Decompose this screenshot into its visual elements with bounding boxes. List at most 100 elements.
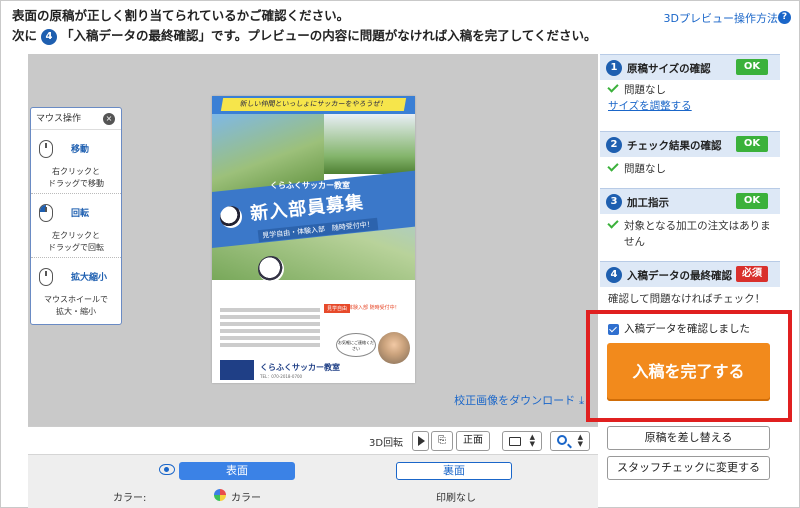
status-text: 問題なし — [624, 163, 666, 175]
ok-badge: OK — [736, 59, 768, 75]
poster-tag: 見学自由 — [324, 304, 351, 313]
step-number-icon: 4 — [606, 267, 622, 283]
step-number-icon: 2 — [606, 137, 622, 153]
back-print-value: 印刷なし — [436, 493, 476, 504]
mouse-right-click-icon — [39, 140, 53, 158]
instruction-line-1: 表面の原稿が正しく割り当てられているかご確認ください。 — [12, 8, 350, 23]
replace-manuscript-button[interactable]: 原稿を差し替える — [607, 426, 770, 450]
screen-mode-select[interactable]: ▲ ▼ — [502, 431, 542, 451]
ok-badge: OK — [736, 136, 768, 152]
mouse-zoom-section: 拡大縮小 マウスホイールで 拡大・縮小 — [31, 258, 121, 322]
check-icon — [607, 160, 619, 172]
checklist-panel: 1 原稿サイズの確認 OK 問題なし サイズを調整する 2 チェック結果の確認 … — [586, 54, 792, 494]
mouse-zoom-desc: マウスホイールで 拡大・縮小 — [31, 294, 121, 318]
confirm-checkbox-label[interactable]: 入稿データを確認しました — [624, 321, 750, 336]
desc-line: ドラッグで移動 — [48, 179, 104, 188]
download-icon[interactable]: ⤓ — [579, 394, 584, 407]
step-title: 入稿データの最終確認 — [627, 270, 732, 282]
mouse-panel-header: マウス操作 × — [31, 108, 121, 130]
poster-banner-text: 新しい仲間といっしょにサッカーをやろうぜ！ — [220, 98, 407, 111]
color-label: カラー: — [113, 493, 147, 504]
magnifier-icon — [557, 435, 567, 445]
mouse-zoom-title: 拡大縮小 — [71, 273, 108, 283]
front-view-button[interactable]: 正面 — [456, 431, 490, 451]
instruction-rest: 「入稿データの最終確認」です。プレビューの内容に問題がなければ入稿を完了してくだ… — [61, 28, 597, 43]
staff-check-button[interactable]: スタッフチェックに変更する — [607, 456, 770, 480]
step-title: チェック結果の確認 — [627, 140, 722, 152]
mouse-wheel-icon — [39, 268, 53, 286]
download-proof-link[interactable]: 校正画像をダウンロード ⤓ — [454, 392, 584, 408]
required-badge: 必須 — [736, 266, 768, 282]
color-wheel-icon — [214, 489, 226, 501]
mouse-move-desc: 右クリックと ドラッグで移動 — [31, 166, 121, 190]
step-3-body: 対象となる加工の注文はありま せん — [600, 217, 780, 250]
poster-photo — [324, 114, 415, 174]
poster-footer-tel: TEL：070-2018-0700 — [260, 374, 303, 379]
preview-toolbar: 3D回転 ⎘ 正面 ▲ ▼ ▲ ▼ — [28, 426, 598, 454]
soccer-ball-icon — [258, 256, 284, 282]
status-text-cont: せん — [624, 236, 645, 248]
soccer-ball-icon — [220, 206, 242, 228]
poster-info-lines — [220, 308, 320, 350]
step-title: 原稿サイズの確認 — [627, 63, 711, 75]
step-2-header: 2 チェック結果の確認 OK — [600, 131, 780, 157]
mouse-rotate-section: 回転 左クリックと ドラッグで回転 — [31, 194, 121, 258]
complete-submission-button[interactable]: 入稿を完了する — [607, 343, 770, 401]
ok-badge: OK — [736, 193, 768, 209]
updown-arrow-icon: ▲ ▼ — [529, 433, 535, 448]
3d-preview-help-link[interactable]: 3Dプレビュー操作方法 — [664, 10, 778, 26]
poster-speech-bubble: お気軽にご連絡ください — [336, 333, 376, 357]
eye-icon — [159, 464, 175, 475]
mouse-left-click-icon — [39, 204, 53, 222]
play-rotate-button[interactable] — [412, 431, 429, 451]
poster-preview[interactable]: 新しい仲間といっしょにサッカーをやろうぜ！ くらふくサッカー教室 新入部員募集 … — [212, 96, 415, 383]
zoom-select[interactable]: ▲ ▼ — [550, 431, 590, 451]
adjust-size-link-text[interactable]: サイズを調整する — [600, 100, 692, 112]
mouse-move-section: 移動 右クリックと ドラッグで移動 — [31, 130, 121, 194]
step-title: 加工指示 — [627, 197, 669, 209]
poster-footer-box — [220, 360, 254, 380]
adjust-size-link[interactable]: サイズを調整する — [600, 98, 780, 114]
step-number-icon: 1 — [606, 60, 622, 76]
step-1-status: 問題なし — [600, 81, 780, 98]
poster-footer: くらふくサッカー教室 TEL：070-2018-0700 — [212, 356, 415, 383]
front-face-button[interactable]: 表面 — [179, 462, 295, 480]
poster-banner: 新しい仲間といっしょにサッカーをやろうぜ！ — [212, 96, 415, 114]
step-2-body: 問題なし — [600, 160, 780, 177]
poster-footer-name: くらふくサッカー教室 — [260, 363, 340, 372]
desc-line: 右クリックと — [52, 167, 100, 176]
step-1-header: 1 原稿サイズの確認 OK — [600, 54, 780, 80]
poster-subtitle: くらふくサッカー教室 — [270, 181, 350, 190]
rotate-export-button[interactable]: ⎘ — [431, 431, 453, 451]
step-4-badge-icon: 4 — [41, 29, 58, 45]
step-2-status: 問題なし — [600, 160, 780, 177]
mouse-operation-panel: マウス操作 × 移動 右クリックと ドラッグで移動 回転 左クリックと ドラッグで回… — [30, 107, 122, 325]
check-icon — [607, 217, 619, 229]
screen-icon — [509, 437, 521, 446]
step-3-header: 3 加工指示 OK — [600, 188, 780, 214]
poster-tag-text: 体験入部 随時受付中！ — [348, 305, 400, 311]
status-text: 問題なし — [624, 84, 666, 96]
instructions: 表面の原稿が正しく割り当てられているかご確認ください。 次に 4 「入稿データの最終… — [12, 6, 597, 46]
desc-line: 拡大・縮小 — [56, 307, 96, 316]
updown-arrow-icon: ▲ ▼ — [577, 433, 583, 448]
back-face-button[interactable]: 裏面 — [396, 462, 512, 480]
mouse-rotate-desc: 左クリックと ドラッグで回転 — [31, 230, 121, 254]
desc-line: ドラッグで回転 — [48, 243, 104, 252]
download-proof-label[interactable]: 校正画像をダウンロード — [454, 394, 575, 407]
step-3-status: 対象となる加工の注文はありま — [600, 217, 780, 234]
mouse-move-title: 移動 — [71, 145, 90, 155]
check-icon — [607, 81, 619, 93]
front-color-value: カラー — [231, 493, 261, 504]
mouse-panel-title: マウス操作 — [36, 114, 82, 124]
instruction-prefix: 次に — [12, 28, 38, 43]
help-icon[interactable]: ? — [778, 11, 791, 24]
instruction-line-2: 次に 4 「入稿データの最終確認」です。プレビューの内容に問題がなければ入稿を完了し… — [12, 26, 597, 46]
step-4-header: 4 入稿データの最終確認 必須 — [600, 261, 780, 287]
step-4-instruction: 確認して問題なければチェック！ — [608, 293, 766, 305]
confirm-checkbox[interactable] — [608, 324, 619, 335]
desc-line: 左クリックと — [52, 231, 100, 240]
face-selector: 表面 裏面 カラー: カラー 印刷なし — [28, 454, 598, 508]
close-icon[interactable]: × — [103, 113, 115, 125]
step-number-icon: 3 — [606, 194, 622, 210]
